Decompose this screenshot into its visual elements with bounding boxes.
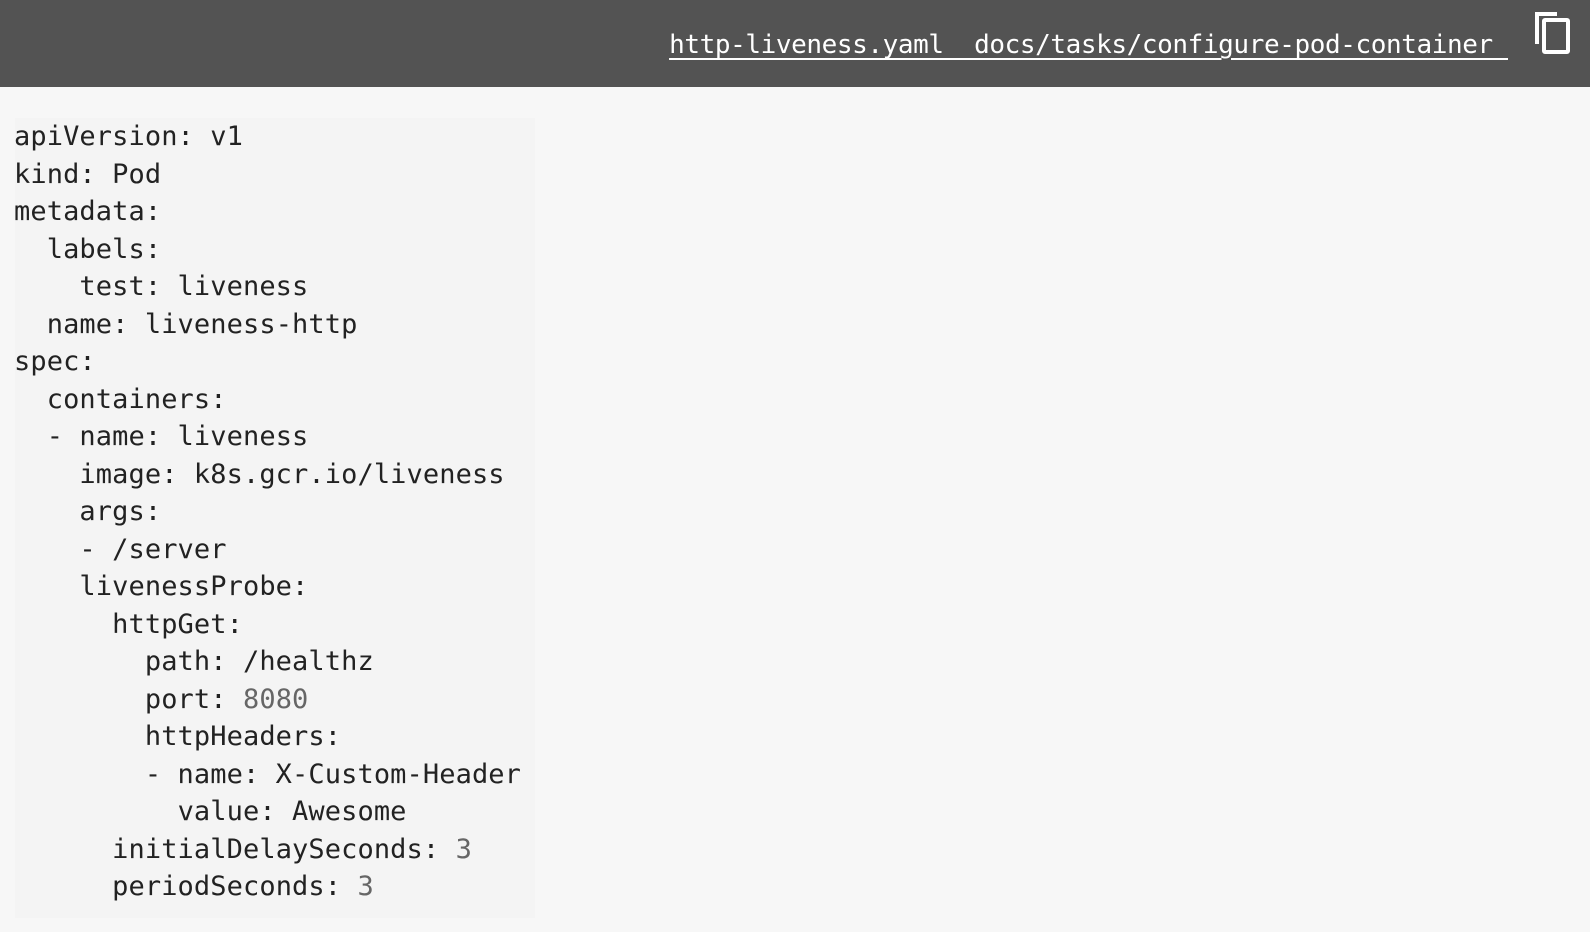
code-text: value: Awesome [177, 796, 407, 827]
code-line: - name: liveness [14, 418, 521, 456]
code-line: - name: X-Custom-Header [14, 756, 521, 794]
code-text: - name: X-Custom-Header [144, 758, 522, 790]
code-text: periodSeconds: [112, 871, 358, 902]
code-header-bar: http-liveness.yaml docs/tasks/configure-… [0, 0, 1590, 87]
code-text: - name: liveness [46, 421, 309, 452]
code-line: httpHeaders: [14, 718, 521, 756]
code-number-value: 3 [357, 871, 374, 902]
code-line: image: k8s.gcr.io/liveness [14, 456, 521, 494]
code-line: name: liveness-http [14, 306, 521, 344]
code-text: args: [79, 496, 162, 527]
code-text: containers: [46, 383, 227, 415]
code-line: test: liveness [14, 268, 521, 306]
code-text: kind: Pod [14, 158, 162, 190]
code-line: port: 8080 [14, 681, 521, 719]
code-line: spec: [14, 343, 521, 381]
code-text: labels: [46, 233, 162, 265]
code-line: initialDelaySeconds: 3 [14, 831, 521, 869]
code-text: spec: [14, 346, 96, 377]
code-number-value: 3 [455, 833, 472, 865]
copy-button[interactable] [1530, 8, 1574, 58]
code-text: httpGet: [112, 608, 243, 640]
yaml-code-block: apiVersion: v1 kind: Pod metadata: labels:… [14, 118, 521, 906]
file-path-link[interactable]: http-liveness.yaml docs/tasks/configure-… [669, 26, 1508, 64]
code-line: periodSeconds: 3 [14, 868, 521, 906]
code-line: httpGet: [14, 606, 521, 644]
code-text: httpHeaders: [144, 721, 342, 752]
code-line: args: [14, 493, 521, 531]
code-text: test: liveness [79, 271, 309, 302]
code-text: - /server [79, 533, 227, 565]
code-text: port: [144, 683, 243, 715]
code-text: image: k8s.gcr.io/liveness [79, 458, 505, 490]
code-text: apiVersion: v1 [14, 121, 243, 152]
code-line: metadata: [14, 193, 521, 231]
code-line: path: /healthz [14, 643, 521, 681]
code-line: apiVersion: v1 [14, 118, 521, 156]
code-text: path: /healthz [144, 646, 374, 677]
code-line: value: Awesome [14, 793, 521, 831]
code-text: name: liveness-http [46, 308, 358, 340]
code-line: livenessProbe: [14, 568, 521, 606]
code-number-value: 8080 [242, 683, 309, 715]
code-line: - /server [14, 531, 521, 569]
code-text: initialDelaySeconds: [112, 833, 456, 865]
code-line: containers: [14, 381, 521, 419]
copy-icon [1535, 12, 1570, 54]
code-text: livenessProbe: [79, 571, 309, 602]
code-text: metadata: [14, 196, 162, 227]
code-line: labels: [14, 231, 521, 269]
code-line: kind: Pod [14, 156, 521, 194]
